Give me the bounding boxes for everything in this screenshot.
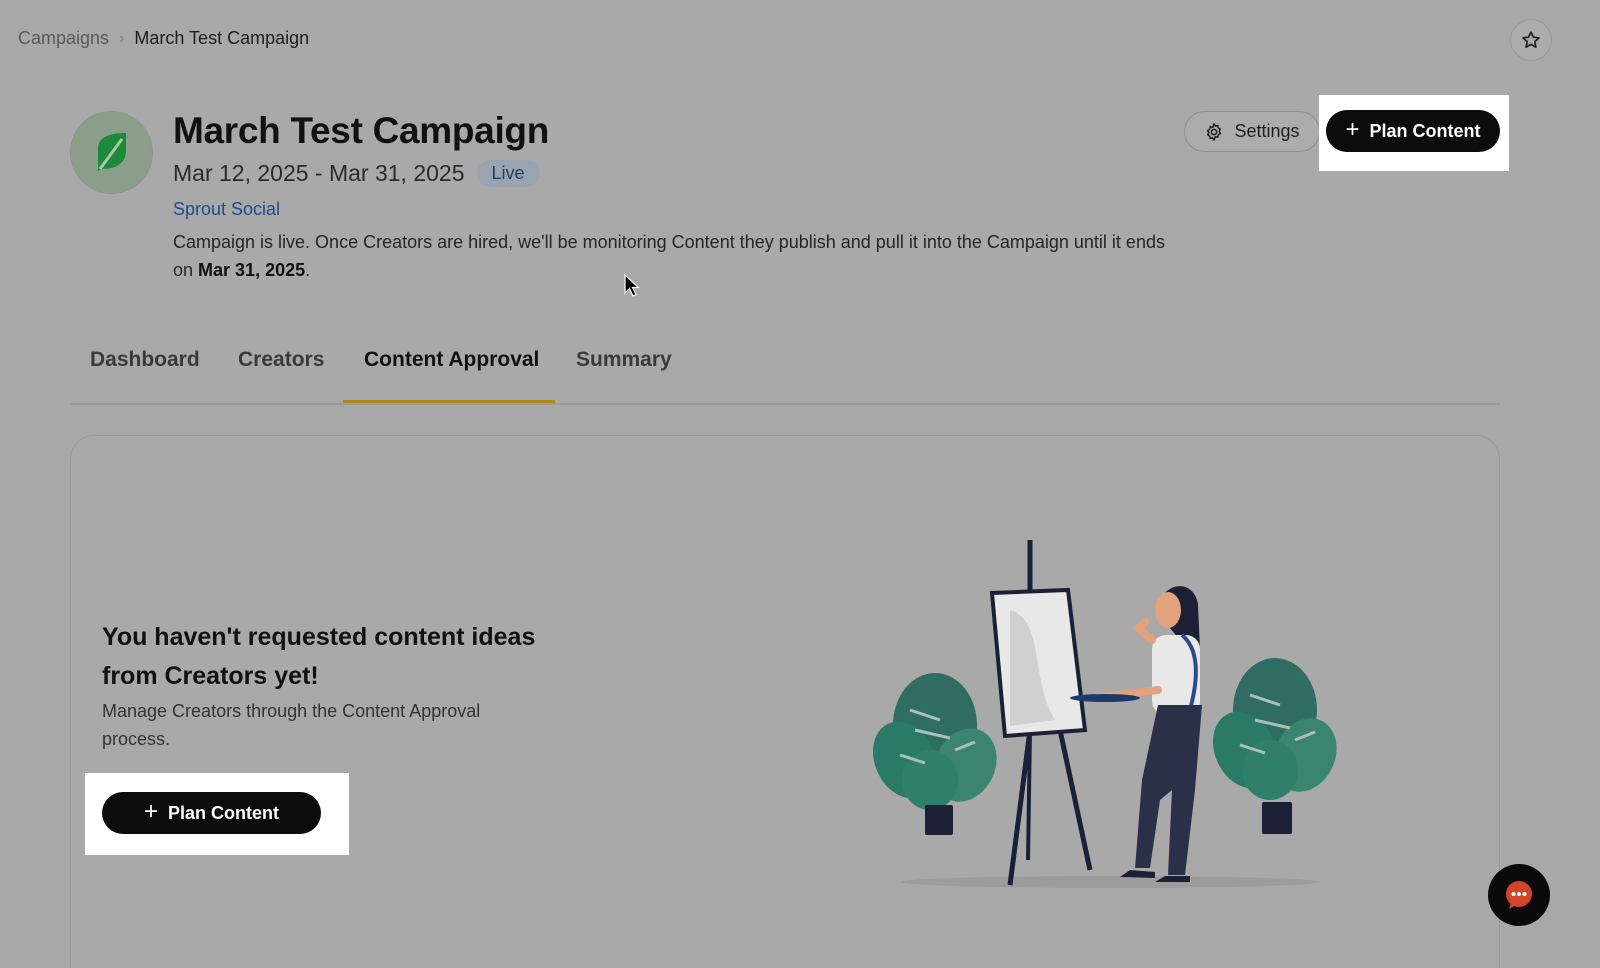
tab-summary[interactable]: Summary	[576, 348, 672, 372]
tab-content-approval[interactable]: Content Approval	[364, 348, 539, 372]
gear-icon	[1207, 121, 1222, 142]
tab-creators[interactable]: Creators	[238, 348, 324, 372]
active-tab-indicator	[343, 400, 555, 403]
favorite-button[interactable]	[1510, 19, 1552, 61]
plus-icon: +	[143, 797, 158, 825]
chat-launcher-button[interactable]	[1488, 864, 1550, 926]
chat-icon	[1506, 881, 1532, 909]
brand-avatar	[70, 111, 153, 194]
empty-state-description: Manage Creators through the Content Appr…	[102, 701, 481, 749]
easel-illustration	[989, 540, 1093, 886]
page-title: March Test Campaign	[173, 110, 550, 151]
sprout-leaf-icon	[97, 132, 126, 171]
breadcrumb-campaigns-link[interactable]: Campaigns	[18, 28, 109, 49]
settings-label: Settings	[1234, 121, 1300, 141]
campaign-description: Campaign is live. Once Creators are hire…	[173, 228, 1183, 284]
plan-content-button-header[interactable]: + Plan Content	[1326, 110, 1500, 152]
breadcrumb-current: March Test Campaign	[134, 28, 310, 48]
description-text: Campaign is live. Once Creators are hire…	[173, 232, 1165, 280]
breadcrumb: Campaigns › March Test Campaign	[18, 28, 309, 49]
plan-content-label: Plan Content	[1369, 120, 1481, 141]
plant-left-illustration	[872, 673, 997, 835]
settings-button[interactable]: Settings	[1184, 111, 1320, 152]
painter-illustration	[1070, 586, 1202, 882]
tab-dashboard[interactable]: Dashboard	[90, 348, 200, 372]
status-badge: Live	[476, 160, 540, 187]
star-icon	[1522, 31, 1540, 48]
campaign-date-range: Mar 12, 2025 - Mar 31, 2025	[173, 160, 465, 186]
breadcrumb-separator: ›	[119, 29, 125, 47]
campaign-date-row: Mar 12, 2025 - Mar 31, 2025 Live	[173, 160, 540, 187]
brand-link[interactable]: Sprout Social	[173, 199, 280, 220]
mouse-cursor-icon	[624, 274, 640, 297]
plus-icon: +	[1345, 115, 1360, 143]
plan-content-button-empty-state[interactable]: + Plan Content	[102, 792, 321, 834]
empty-state-title: You haven't requested content ideas from…	[102, 623, 536, 690]
description-suffix: .	[305, 260, 311, 280]
description-end-date: Mar 31, 2025	[198, 260, 306, 280]
painter-easel-illustration	[872, 540, 1337, 888]
plant-right-illustration	[1212, 658, 1337, 834]
tab-bar: Dashboard Creators Content Approval Summ…	[70, 340, 1500, 405]
plan-content-label: Plan Content	[168, 802, 279, 823]
